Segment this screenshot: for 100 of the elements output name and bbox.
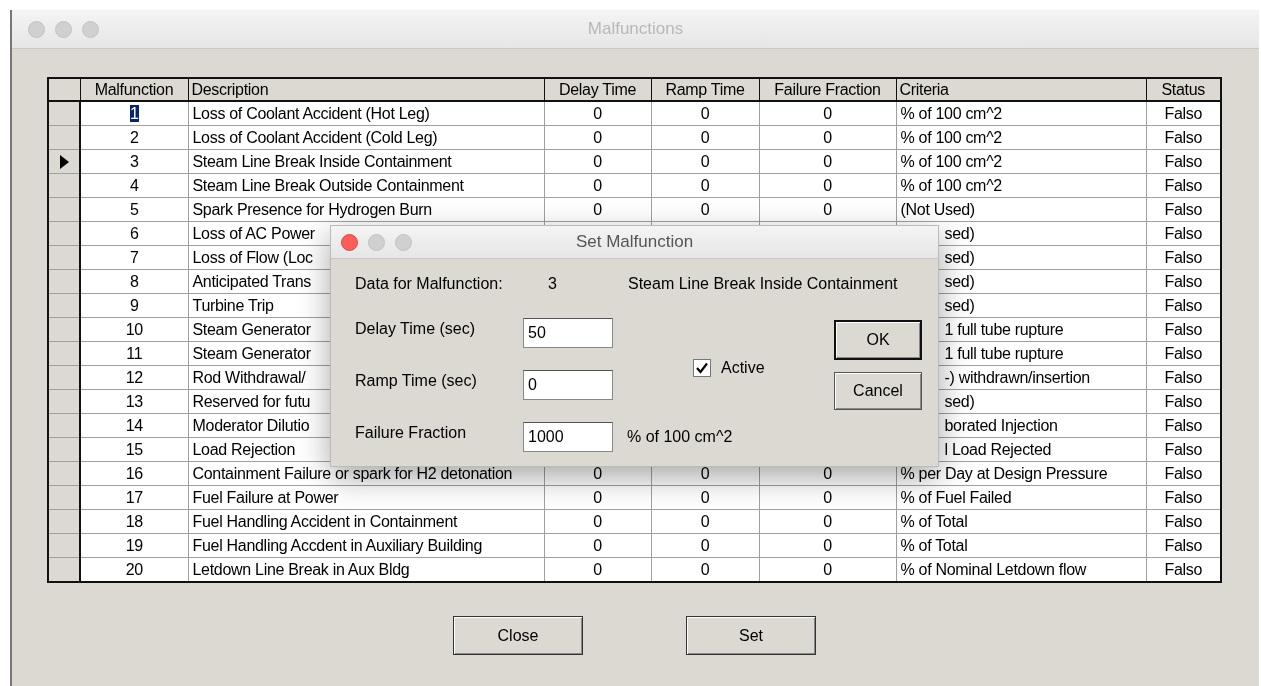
- table-cell: 8: [80, 269, 188, 294]
- table-cell: 3: [80, 149, 188, 174]
- cancel-button[interactable]: Cancel: [834, 372, 922, 410]
- column-header[interactable]: Failure Fraction: [759, 78, 896, 101]
- row-header[interactable]: [48, 245, 80, 270]
- table-cell: 0: [651, 485, 759, 510]
- row-header[interactable]: [48, 557, 80, 582]
- table-cell: 0: [651, 149, 759, 174]
- table-cell: 0: [759, 125, 896, 150]
- close-button[interactable]: Close: [453, 616, 583, 655]
- table-cell: 0: [759, 101, 896, 126]
- column-header[interactable]: Criteria: [896, 78, 1146, 101]
- table-cell: 0: [759, 557, 896, 582]
- malfunction-description: Steam Line Break Inside Containment: [628, 275, 898, 293]
- row-header[interactable]: [48, 221, 80, 246]
- table-cell: % of 100 cm^2: [896, 125, 1146, 150]
- table-cell: 0: [651, 557, 759, 582]
- table-cell: 20: [80, 557, 188, 582]
- table-cell: 0: [759, 197, 896, 222]
- table-cell: Fuel Failure at Power: [188, 485, 544, 510]
- table-cell: 0: [759, 533, 896, 558]
- row-header[interactable]: [48, 413, 80, 438]
- table-cell: 2: [80, 125, 188, 150]
- table-cell: Fuel Handling Accident in Containment: [188, 509, 544, 534]
- row-header[interactable]: [48, 317, 80, 342]
- table-cell: % of Nominal Letdown flow: [896, 557, 1146, 582]
- table-cell: 7: [80, 245, 188, 270]
- data-label: Data for Malfunction:: [355, 275, 504, 293]
- table-cell: 0: [544, 149, 651, 174]
- column-header[interactable]: Status: [1146, 78, 1221, 101]
- row-header[interactable]: [48, 485, 80, 510]
- table-cell: (Not Used): [896, 197, 1146, 222]
- row-header[interactable]: [48, 269, 80, 294]
- table-cell: 9: [80, 293, 188, 318]
- table-cell: 0: [544, 485, 651, 510]
- table-cell: 4: [80, 173, 188, 198]
- table-cell: 0: [544, 197, 651, 222]
- row-header[interactable]: [48, 293, 80, 318]
- row-header[interactable]: [48, 125, 80, 150]
- current-row-icon: [59, 154, 69, 169]
- field-label: Ramp Time (sec): [355, 372, 478, 390]
- table-cell: 0: [544, 173, 651, 198]
- set-button[interactable]: Set: [686, 616, 816, 655]
- active-checkbox[interactable]: Active: [693, 359, 834, 377]
- malfunction-number: 3: [548, 275, 558, 293]
- table-cell: 0: [651, 173, 759, 198]
- table-cell: % of Fuel Failed: [896, 485, 1146, 510]
- table-cell: 12: [80, 365, 188, 390]
- check-icon: [696, 362, 708, 374]
- table-cell: 6: [80, 221, 188, 246]
- table-cell: 0: [651, 533, 759, 558]
- column-header[interactable]: Ramp Time: [651, 78, 759, 101]
- table-cell: 0: [759, 485, 896, 510]
- table-cell: 0: [651, 509, 759, 534]
- table-cell: 15: [80, 437, 188, 462]
- column-header[interactable]: Delay Time: [544, 78, 651, 101]
- row-header[interactable]: [48, 461, 80, 486]
- input-field[interactable]: 0: [523, 370, 613, 400]
- row-header[interactable]: [48, 341, 80, 366]
- row-header[interactable]: [48, 365, 80, 390]
- close-button[interactable]: [341, 233, 358, 251]
- table-cell: % of Total: [896, 533, 1146, 558]
- table-cell: 0: [544, 533, 651, 558]
- row-header[interactable]: [48, 149, 80, 174]
- table-cell: % of Total: [896, 509, 1146, 534]
- row-header[interactable]: [48, 437, 80, 462]
- column-header[interactable]: Description: [188, 78, 544, 101]
- row-header[interactable]: [48, 389, 80, 414]
- table-cell: 11: [80, 341, 188, 366]
- table-cell: 13: [80, 389, 188, 414]
- table-cell: 0: [651, 125, 759, 150]
- input-field[interactable]: 50: [523, 318, 613, 348]
- table-cell: Fuel Handling Accdent in Auxiliary Building: [188, 533, 544, 558]
- table-cell: % of 100 cm^2: [896, 149, 1146, 174]
- row-header[interactable]: [48, 101, 80, 126]
- input-field[interactable]: 1000: [523, 422, 613, 452]
- table-cell: 19: [80, 533, 188, 558]
- window-title: Malfunctions: [587, 19, 684, 39]
- table-cell: 0: [544, 557, 651, 582]
- table-cell: Falso: [1146, 557, 1221, 582]
- table-cell: 0: [651, 101, 759, 126]
- row-header[interactable]: [48, 173, 80, 198]
- table-cell: 18: [80, 509, 188, 534]
- table-cell: % of 100 cm^2: [896, 101, 1146, 126]
- table-cell: 0: [759, 173, 896, 198]
- ok-button[interactable]: OK: [834, 320, 922, 360]
- table-cell: 0: [759, 509, 896, 534]
- column-header[interactable]: Malfunction: [80, 78, 188, 101]
- table-cell: 17: [80, 485, 188, 510]
- table-cell: 0: [759, 149, 896, 174]
- table-cell: Letdown Line Break in Aux Bldg: [188, 557, 544, 582]
- table-cell: 0: [651, 197, 759, 222]
- table-cell: % of 100 cm^2: [896, 173, 1146, 198]
- row-header[interactable]: [48, 509, 80, 534]
- table-cell: 0: [544, 101, 651, 126]
- row-header[interactable]: [48, 197, 80, 222]
- row-header[interactable]: [48, 533, 80, 558]
- table-cell: Steam Line Break Outside Containment: [188, 173, 544, 198]
- unit-label: % of 100 cm^2: [627, 428, 733, 446]
- dialog-title: Set Malfunction: [575, 232, 694, 252]
